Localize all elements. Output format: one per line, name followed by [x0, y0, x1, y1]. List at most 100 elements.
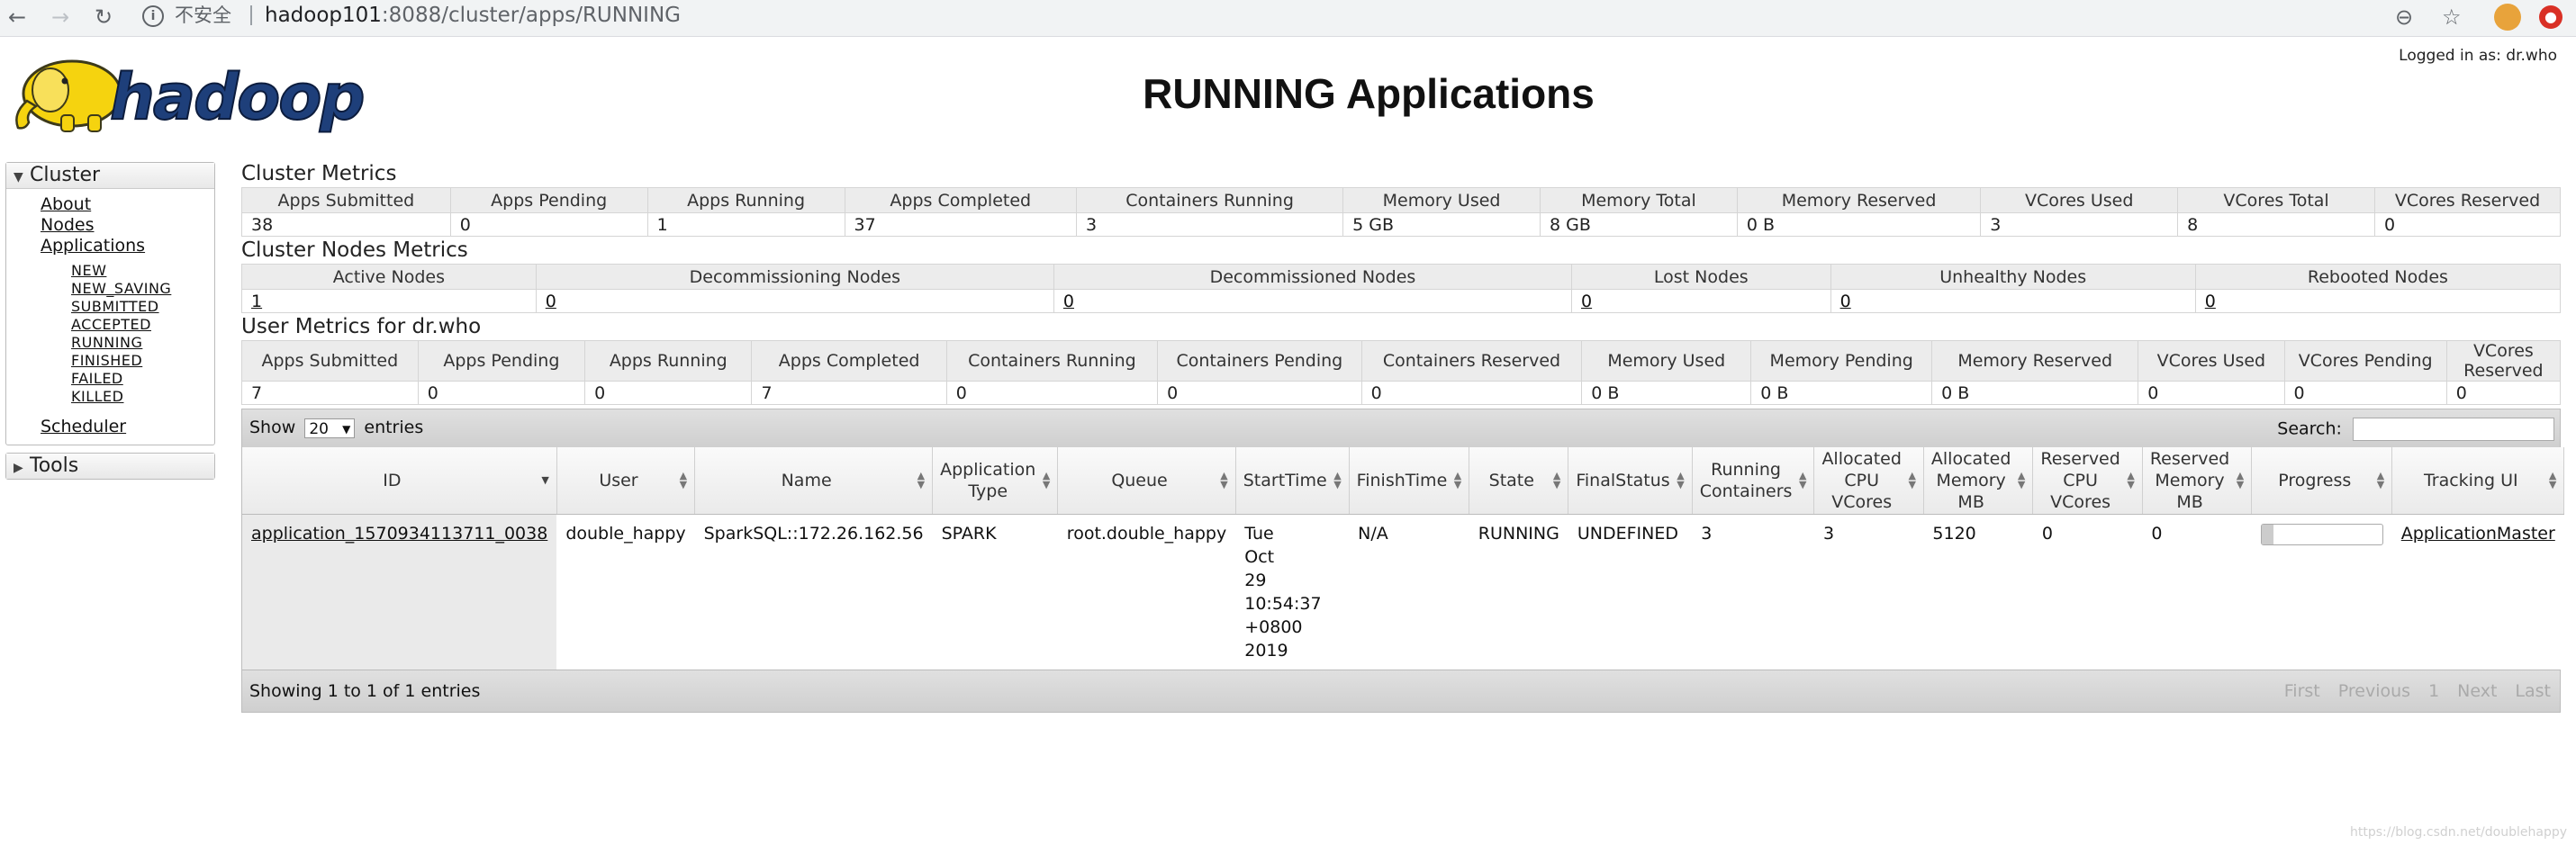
tools-nav-header[interactable]: ▶ Tools [6, 454, 214, 479]
cluster-metrics-value-apps-running: 1 [647, 212, 845, 237]
cell-finish-time: N/A [1349, 514, 1469, 670]
cluster-metrics-value-vcores-total: 8 [2177, 212, 2375, 237]
cluster-metrics-value-memory-reserved: 0 B [1737, 212, 1982, 237]
metric-link[interactable]: 0 [1840, 292, 1851, 311]
address-bar[interactable]: i 不安全 hadoop101:8088/cluster/apps/RUNNIN… [135, 2, 2386, 31]
sort-arrows-icon: ▲ ▼ [1552, 470, 1561, 490]
metric-link[interactable]: 0 [1581, 292, 1592, 311]
column-header-allocated-cpu-vcores[interactable]: Allocated CPU VCores ▲ ▼ [1813, 447, 1924, 515]
sort-arrows-icon: ▲ ▼ [2127, 470, 2135, 490]
nav-state-failed[interactable]: FAILED [71, 370, 214, 388]
cluster-nodes-table: Active Nodes Decommissioning Nodes Decommi… [241, 264, 2562, 313]
cluster-metrics-table: Apps Submitted Apps Pending Apps Running Ap… [241, 187, 2561, 237]
user-metrics-value-memory-reserved: 0 B [1931, 381, 2139, 405]
applications-table: ID ▼ User ▲ ▼ Name ▲ ▼ Application Type ▲ ▼ Queue ▲ ▼… [242, 447, 2565, 670]
column-header-application-type[interactable]: Application Type ▲ ▼ [932, 447, 1059, 515]
show-label: Show [249, 418, 296, 437]
column-header-finalstatus[interactable]: FinalStatus ▲ ▼ [1568, 447, 1693, 515]
tracking-ui-link[interactable]: ApplicationMaster [2401, 524, 2555, 544]
user-metrics-header-containers-reserved: Containers Reserved [1360, 340, 1583, 382]
info-icon[interactable]: i [142, 5, 164, 27]
pager-first[interactable]: First [2284, 681, 2320, 701]
cell-user: double_happy [556, 514, 695, 670]
bookmark-star-icon[interactable]: ☆ [2442, 4, 2462, 31]
nav-state-finished[interactable]: FINISHED [71, 352, 214, 370]
metric-link[interactable]: 1 [251, 292, 262, 311]
cluster-metrics-value-memory-used: 5 GB [1342, 212, 1541, 237]
sort-arrows-icon: ▼ [541, 474, 549, 486]
cluster-nav-header[interactable]: ▼ Cluster [6, 163, 214, 189]
cell-start-time: Tue Oct 29 10:54:37 +0800 2019 [1235, 514, 1350, 670]
cell-name: SparkSQL::172.26.162.56 [694, 514, 933, 670]
nav-applications-link[interactable]: Applications [41, 236, 214, 256]
cluster-nodes-header-active-nodes: Active Nodes [241, 264, 537, 290]
cluster-metrics-header-vcores-total: VCores Total [2177, 187, 2375, 213]
back-icon[interactable]: ← [4, 4, 31, 31]
extension-icon[interactable]: ● [2539, 5, 2562, 29]
entries-label: entries [364, 418, 424, 437]
cluster-nodes-header-decommissioning-nodes: Decommissioning Nodes [535, 264, 1054, 290]
column-header-running-containers[interactable]: Running Containers ▲ ▼ [1692, 447, 1815, 515]
column-header-starttime[interactable]: StartTime ▲ ▼ [1235, 447, 1350, 515]
metric-link[interactable]: 0 [546, 292, 556, 311]
pager-1[interactable]: 1 [2428, 681, 2439, 701]
nav-about-link[interactable]: About [41, 194, 214, 215]
column-header-finishtime[interactable]: FinishTime ▲ ▼ [1349, 447, 1470, 515]
nav-state-killed[interactable]: KILLED [71, 388, 214, 406]
column-header-reserved-cpu-vcores[interactable]: Reserved CPU VCores ▲ ▼ [2032, 447, 2143, 515]
column-header-label: ID [383, 471, 402, 490]
cluster-nodes-value-rebooted-nodes: 0 [2195, 289, 2562, 313]
search-label: Search: [2277, 418, 2342, 439]
nav-state-running[interactable]: RUNNING [71, 334, 214, 352]
sidebar: ▼ Cluster About Nodes Applications NEW NE… [5, 162, 215, 487]
column-header-progress[interactable]: Progress ▲ ▼ [2251, 447, 2393, 515]
column-header-reserved-memory-mb[interactable]: Reserved Memory MB ▲ ▼ [2142, 447, 2253, 515]
nav-state-accepted[interactable]: ACCEPTED [71, 316, 214, 334]
user-metrics-value-apps-running: 0 [584, 381, 753, 405]
nav-state-new[interactable]: NEW [71, 262, 214, 280]
browser-toolbar: ← → ↻ i 不安全 hadoop101:8088/cluster/apps/… [0, 0, 2576, 37]
column-header-tracking-ui[interactable]: Tracking UI ▲ ▼ [2391, 447, 2565, 515]
cluster-metrics-header-containers-running: Containers Running [1075, 187, 1344, 213]
metric-link[interactable]: 0 [1063, 292, 1074, 311]
cell-id: application_1570934113711_0038 [242, 514, 557, 670]
column-header-label: User [599, 471, 638, 490]
cluster-metrics-value-vcores-used: 3 [1980, 212, 2179, 237]
profile-avatar[interactable] [2494, 4, 2521, 31]
column-header-state[interactable]: State ▲ ▼ [1469, 447, 1569, 515]
table-row: application_1570934113711_0038 double_hap… [242, 514, 2564, 670]
column-header-user[interactable]: User ▲ ▼ [556, 447, 696, 515]
reload-icon[interactable]: ↻ [90, 4, 117, 31]
nav-state-new-saving[interactable]: NEW_SAVING [71, 280, 214, 298]
zoom-icon[interactable]: ⊖ [2395, 4, 2413, 31]
application-id-link[interactable]: application_1570934113711_0038 [251, 524, 547, 544]
search-input[interactable] [2353, 418, 2554, 441]
cell-progress [2251, 514, 2392, 670]
forward-icon[interactable]: → [47, 4, 74, 31]
pager-last[interactable]: Last [2515, 681, 2551, 701]
user-metrics-value-containers-running: 0 [946, 381, 1159, 405]
page-length-select[interactable]: 20 ▼ [304, 418, 356, 438]
column-header-label: Allocated CPU VCores [1821, 449, 1902, 512]
user-metrics-header-memory-reserved: Memory Reserved [1931, 340, 2139, 382]
nav-state-submitted[interactable]: SUBMITTED [71, 298, 214, 316]
url-text[interactable]: hadoop101:8088/cluster/apps/RUNNING [265, 3, 681, 28]
column-header-label: State [1488, 471, 1534, 490]
main-content: Cluster Metrics Apps Submitted Apps Pendi… [241, 160, 2565, 713]
column-header-name[interactable]: Name ▲ ▼ [694, 447, 934, 515]
user-metrics-header-vcores-used: VCores Used [2138, 340, 2285, 382]
pager-previous[interactable]: Previous [2338, 681, 2410, 701]
nav-scheduler-link[interactable]: Scheduler [41, 417, 214, 437]
column-header-allocated-memory-mb[interactable]: Allocated Memory MB ▲ ▼ [1923, 447, 2034, 515]
column-header-id[interactable]: ID ▼ [242, 447, 557, 515]
nav-nodes-link[interactable]: Nodes [41, 215, 214, 236]
dropdown-arrow-icon: ▼ [342, 422, 351, 436]
cell-tracking-ui: ApplicationMaster [2391, 514, 2564, 670]
sort-arrows-icon: ▲ ▼ [1908, 470, 1916, 490]
metric-link[interactable]: 0 [2205, 292, 2216, 311]
cluster-nav: ▼ Cluster About Nodes Applications NEW NE… [5, 162, 215, 445]
column-header-queue[interactable]: Queue ▲ ▼ [1057, 447, 1236, 515]
pager-next[interactable]: Next [2457, 681, 2497, 701]
column-header-label: Allocated Memory MB [1930, 449, 2011, 512]
column-header-label: Application Type [940, 460, 1036, 501]
